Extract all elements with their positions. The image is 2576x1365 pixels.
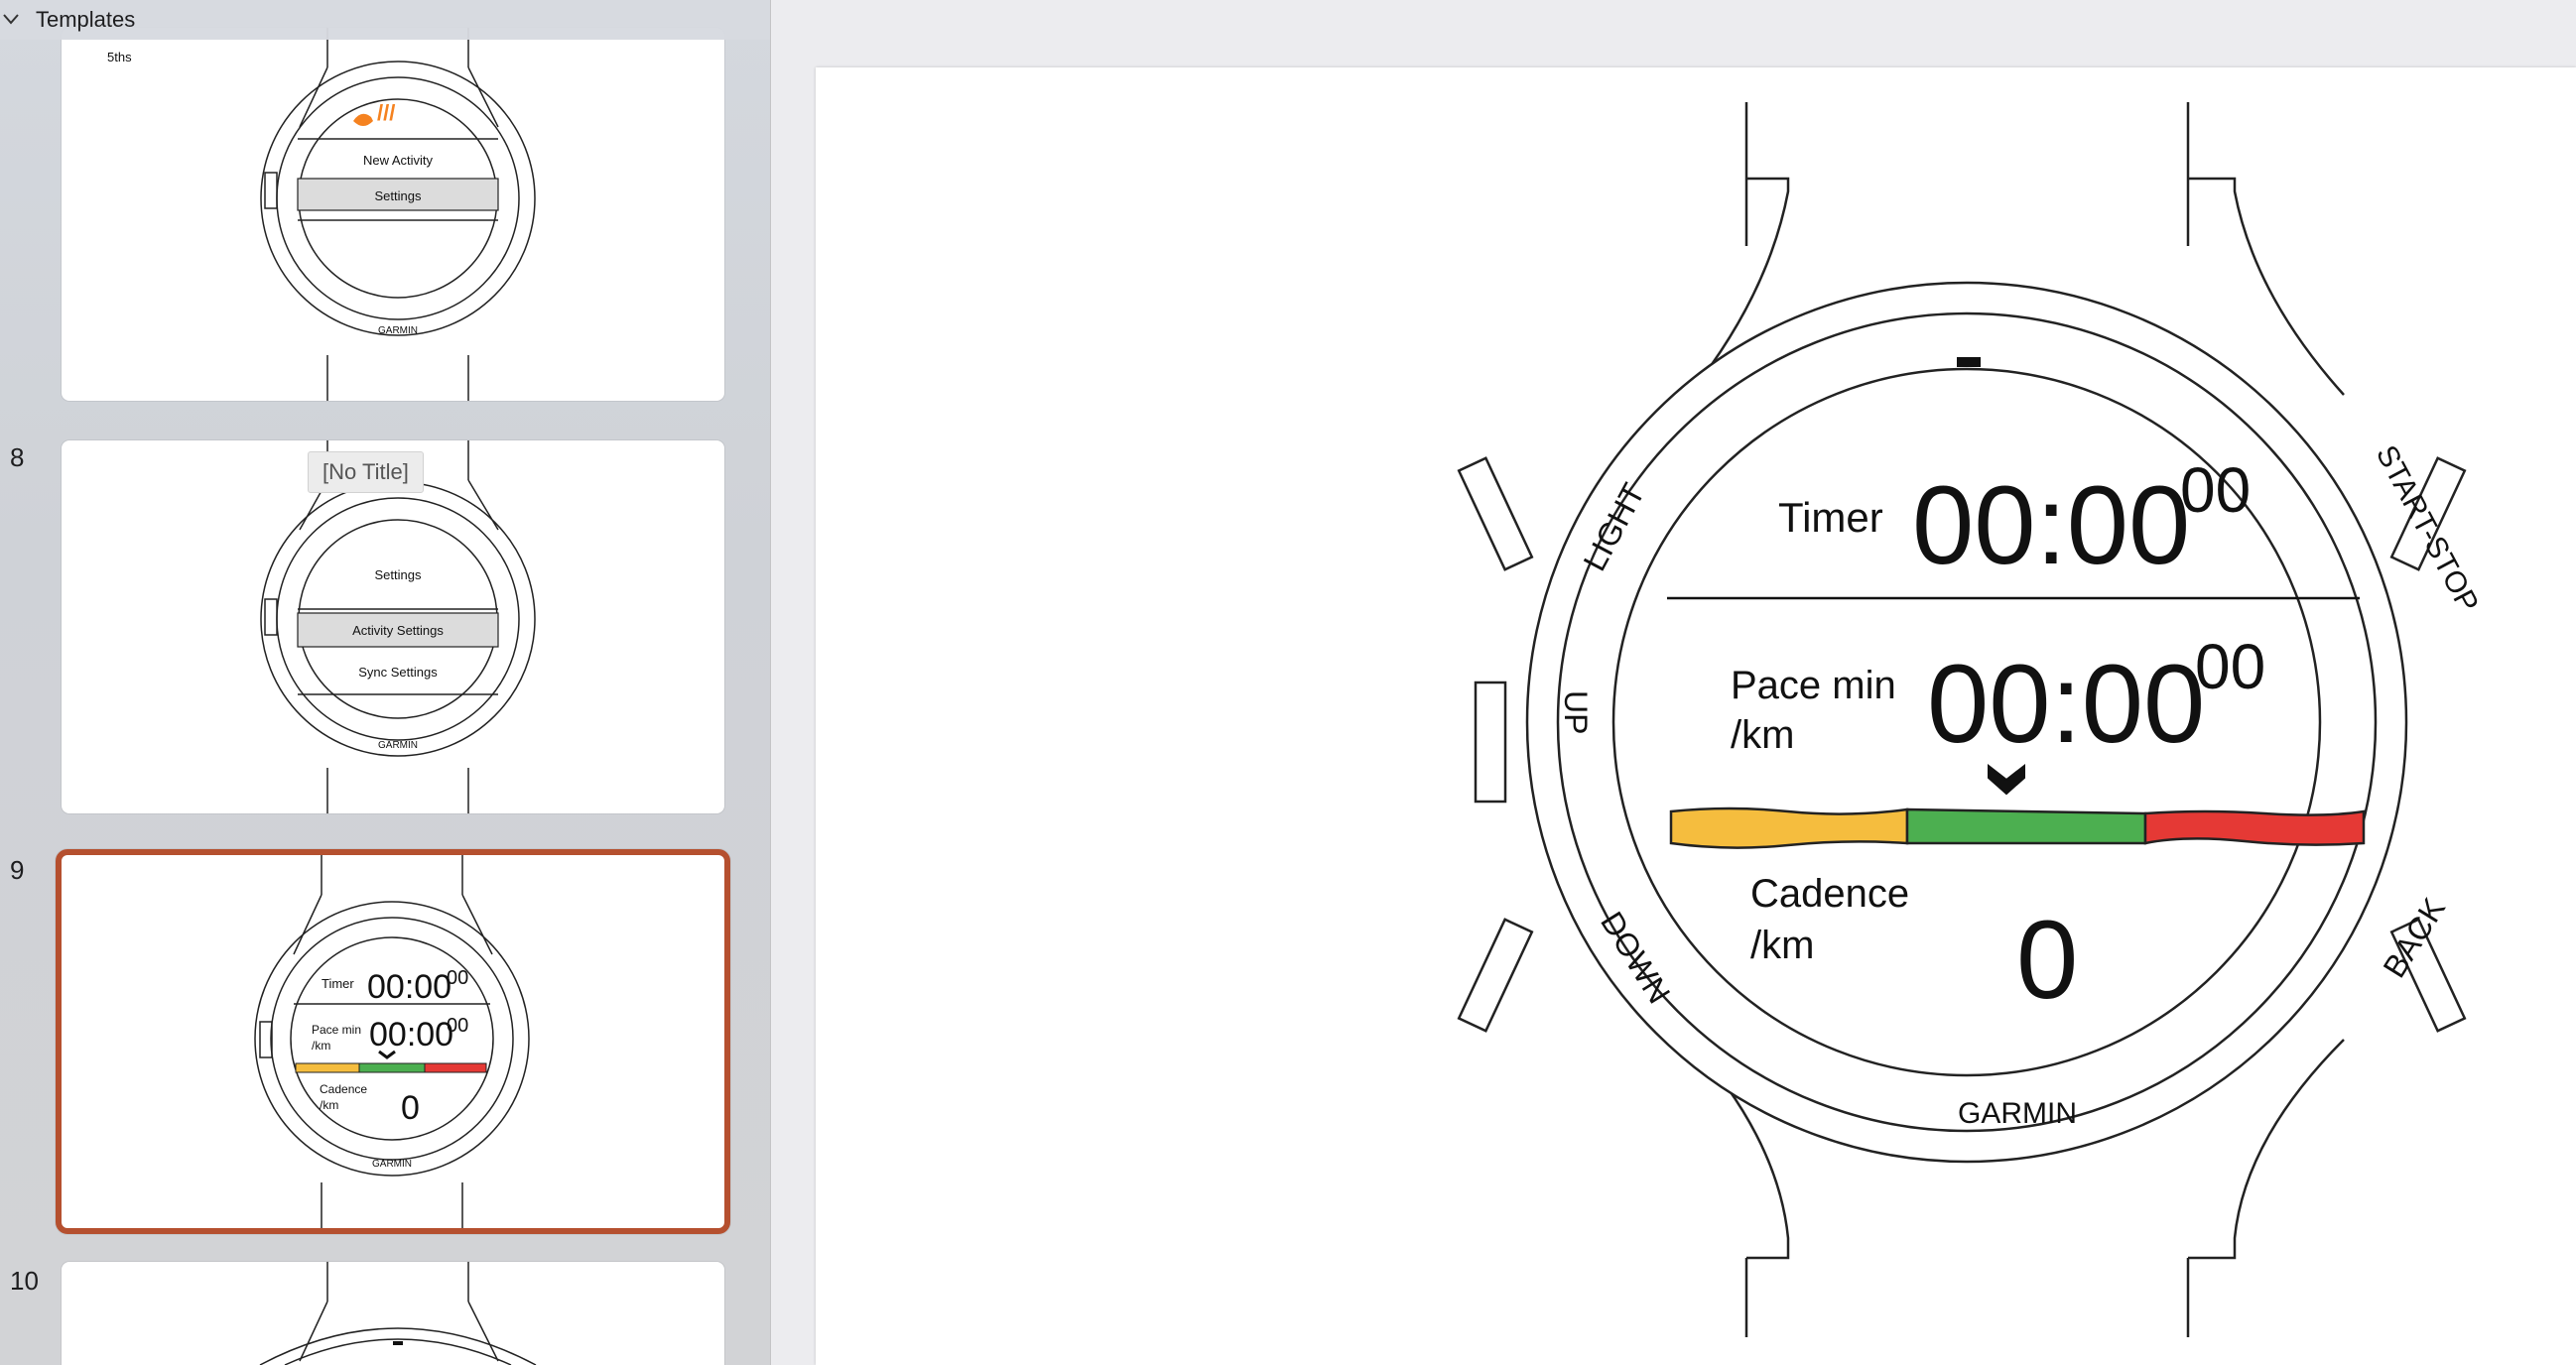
pace-label-line2: /km bbox=[1731, 713, 1794, 757]
menu-item-settings-title: Settings bbox=[375, 567, 422, 582]
slide-thumbnail-7[interactable]: 5ths /// New Activity Settings GARMIN bbox=[62, 28, 724, 401]
no-title-tooltip: [No Title] bbox=[308, 451, 424, 493]
cadence-label-line1: Cadence bbox=[1750, 872, 1909, 916]
thumb-timer-sub: 00 bbox=[447, 967, 468, 989]
pace-value-hundredths: 00 bbox=[2195, 631, 2265, 702]
templates-section-header[interactable]: Templates bbox=[0, 0, 770, 40]
timer-value: 00:00 bbox=[1912, 463, 2190, 587]
cadence-label-line2: /km bbox=[1750, 924, 1814, 967]
thumb-pace-value: 00:00 bbox=[369, 1016, 453, 1054]
watch-thumbnail-8: Settings Activity Settings Sync Settings… bbox=[260, 440, 536, 813]
thumb-timer-label: Timer bbox=[322, 976, 354, 991]
slide-thumbnail-9-selected[interactable]: Timer 00:00 00 Pace min /km 00:00 00 Cad… bbox=[56, 849, 730, 1234]
down-button[interactable] bbox=[1457, 918, 1534, 1033]
slide-number-9: 9 bbox=[10, 855, 25, 885]
light-button[interactable] bbox=[1457, 456, 1534, 571]
pace-value: 00:00 bbox=[1927, 642, 2205, 766]
up-label: UP bbox=[1558, 690, 1594, 734]
thumb-pace-label-2: /km bbox=[312, 1039, 330, 1053]
menu-item-activity-settings: Activity Settings bbox=[352, 623, 444, 638]
menu-item-sync-settings: Sync Settings bbox=[358, 665, 438, 680]
watch-thumbnail-9: Timer 00:00 00 Pace min /km 00:00 00 Cad… bbox=[254, 855, 530, 1228]
cadence-value: 0 bbox=[2016, 898, 2078, 1022]
thumb-timer-value: 00:00 bbox=[367, 968, 451, 1006]
timer-label: Timer bbox=[1778, 494, 1883, 541]
thumb-pace-label-1: Pace min bbox=[312, 1023, 361, 1037]
watch-thumbnail-7: /// New Activity Settings GARMIN bbox=[260, 28, 536, 401]
pace-label-line1: Pace min bbox=[1731, 664, 1896, 707]
menu-item-new-activity: New Activity bbox=[363, 153, 434, 168]
thumb-pace-sub: 00 bbox=[447, 1015, 468, 1037]
slide-navigator: Templates 5ths /// New Activity Settings… bbox=[0, 0, 771, 1365]
slide-canvas[interactable]: LIGHT UP DOWN START-STOP BACK GARMIN Tim… bbox=[816, 67, 2576, 1365]
templates-label: Templates bbox=[36, 7, 136, 32]
slide-canvas-area: LIGHT UP DOWN START-STOP BACK GARMIN Tim… bbox=[771, 0, 2576, 1365]
timer-value-hundredths: 00 bbox=[2180, 454, 2251, 526]
watch-thumbnail-10 bbox=[259, 1262, 537, 1365]
watch-brand: GARMIN bbox=[378, 325, 418, 336]
up-button[interactable] bbox=[1474, 681, 1507, 804]
brand-label: GARMIN bbox=[1958, 1097, 2077, 1130]
menu-item-settings: Settings bbox=[375, 188, 422, 203]
top-marker bbox=[1957, 357, 1981, 367]
svg-text:///: /// bbox=[377, 100, 395, 125]
pace-zone-bar bbox=[1669, 807, 2366, 849]
thumb-cadence-label-1: Cadence bbox=[320, 1082, 367, 1096]
thumb-cadence-label-2: /km bbox=[320, 1098, 338, 1112]
watch-brand: GARMIN bbox=[372, 1159, 412, 1170]
slide-thumbnail-10[interactable] bbox=[62, 1262, 724, 1365]
watch-drawing: LIGHT UP DOWN START-STOP BACK GARMIN Tim… bbox=[1457, 102, 2485, 1337]
slide-number-10: 10 bbox=[10, 1266, 39, 1296]
chevron-down-icon[interactable] bbox=[0, 0, 36, 40]
slide-thumbnail-8[interactable]: Settings Activity Settings Sync Settings… bbox=[62, 440, 724, 813]
watch-brand: GARMIN bbox=[378, 740, 418, 751]
thumb-cadence-value: 0 bbox=[401, 1089, 420, 1127]
slide-number-8: 8 bbox=[10, 442, 25, 472]
